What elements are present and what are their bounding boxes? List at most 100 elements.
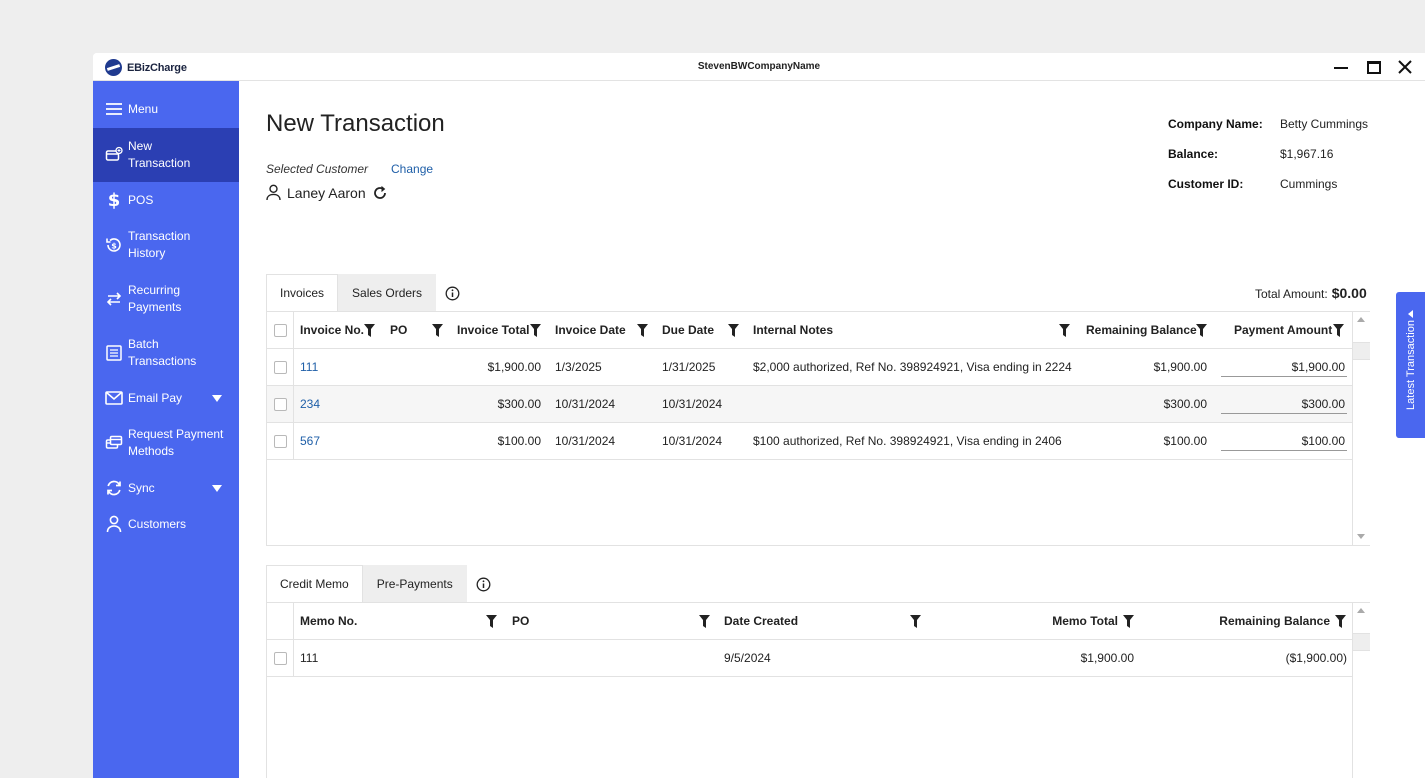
filter-icon[interactable] [910,615,921,628]
refresh-icon[interactable] [372,185,388,201]
invoice-date: 10/31/2024 [555,397,616,411]
row-checkbox[interactable] [274,434,287,448]
maximize-button[interactable] [1364,57,1384,77]
latest-transaction-tab[interactable]: Latest Transaction [1396,292,1425,438]
col-remaining-balance[interactable]: Remaining Balance [1086,312,1197,348]
payment-amount-cell: $1,900.00 [1221,349,1347,385]
payment-amount-input[interactable]: $1,900.00 [1221,357,1347,377]
tab-credit-memo[interactable]: Credit Memo [266,565,363,602]
scroll-up-icon[interactable] [1357,608,1365,613]
invoice-date: 10/31/2024 [555,434,616,448]
memo-number: 111 [300,651,319,665]
remaining-balance: $300.00 [1163,397,1207,411]
payment-amount-cell: $300.00 [1221,386,1347,422]
table-row[interactable]: 111 $1,900.00 1/3/2025 1/31/2025 $2,000 … [267,349,1352,386]
filter-icon[interactable] [530,324,541,337]
sidebar-item-email-pay[interactable]: Email Pay [93,380,239,416]
sidebar-item-batch-transactions[interactable]: Batch Transactions [93,326,239,380]
dollar-icon: $ [107,189,121,211]
main-content: New Transaction Selected Customer Change… [239,81,1425,778]
app-window: EBizCharge StevenBWCompanyName Menu New … [93,53,1425,778]
filter-icon[interactable] [1123,615,1134,628]
info-icon[interactable] [445,286,460,301]
company-name-value: Betty Cummings [1280,117,1369,131]
invoice-number-link[interactable]: 234 [300,386,320,422]
sidebar-item-request-payment-methods[interactable]: Request Payment Methods [93,416,239,470]
invoice-total: $1,900.00 [487,360,541,374]
internal-notes: $2,000 authorized, Ref No. 398924921, Vi… [753,360,1072,374]
minimize-button[interactable] [1331,57,1351,77]
filter-icon[interactable] [1059,324,1070,337]
sidebar-item-customers[interactable]: Customers [93,506,239,542]
close-button[interactable] [1395,57,1415,77]
invoice-number-link[interactable]: 567 [300,423,320,459]
scroll-thumb[interactable] [1353,633,1370,651]
col-invoice-total[interactable]: Invoice Total [457,312,529,348]
tab-invoices[interactable]: Invoices [266,274,339,311]
col-invoice-no[interactable]: Invoice No. [300,312,364,348]
sidebar-item-transaction-history[interactable]: $ Transaction History [93,218,239,272]
col-date-created[interactable]: Date Created [724,603,798,639]
invoice-grid-scrollbar[interactable] [1352,312,1370,545]
col-internal-notes[interactable]: Internal Notes [753,312,833,348]
table-row[interactable]: 234 $300.00 10/31/2024 10/31/2024 $300.0… [267,386,1352,423]
tab-pre-payments[interactable]: Pre-Payments [362,565,467,602]
customer-id-label: Customer ID: [1168,177,1244,191]
payment-amount-input[interactable]: $300.00 [1221,394,1347,414]
scroll-thumb[interactable] [1353,342,1370,360]
col-memo-no[interactable]: Memo No. [300,603,357,639]
svg-text:$: $ [111,242,117,251]
row-checkbox[interactable] [274,397,287,411]
chevron-down-icon[interactable] [212,484,222,492]
chevron-left-icon [1408,310,1413,318]
col-memo-total[interactable]: Memo Total [937,603,1118,639]
table-row[interactable]: 111 9/5/2024 $1,900.00 ($1,900.00) [267,640,1352,677]
row-checkbox-cell [274,640,287,676]
filter-icon[interactable] [699,615,710,628]
payment-amount-cell: $100.00 [1221,423,1347,459]
filter-icon[interactable] [432,324,443,337]
filter-icon[interactable] [728,324,739,337]
due-date: 1/31/2025 [662,360,716,374]
sidebar-item-pos[interactable]: $ POS [93,182,239,218]
info-icon[interactable] [476,577,491,592]
invoice-number-link[interactable]: 111 [300,349,318,385]
remaining-balance: $100.00 [1163,434,1207,448]
chevron-down-icon[interactable] [212,394,222,402]
payment-amount-input[interactable]: $100.00 [1221,431,1347,451]
total-amount-label: Total Amount: [1255,287,1328,301]
sidebar-item-sync[interactable]: Sync [93,470,239,506]
filter-icon[interactable] [486,615,497,628]
customer-id-value: Cummings [1280,177,1338,191]
select-all-checkbox[interactable] [274,323,287,337]
sidebar-item-menu[interactable]: Menu [93,90,239,128]
col-payment-amount[interactable]: Payment Amount [1234,312,1332,348]
company-name-label: Company Name: [1168,117,1263,131]
filter-icon[interactable] [1196,324,1207,337]
menu-icon [105,100,123,118]
filter-icon[interactable] [637,324,648,337]
sidebar-item-recurring-payments[interactable]: Recurring Payments [93,272,239,326]
invoice-total: $300.00 [497,397,541,411]
date-created: 9/5/2024 [724,651,771,665]
col-remaining-balance[interactable]: Remaining Balance [1149,603,1330,639]
col-due-date[interactable]: Due Date [662,312,714,348]
col-invoice-date[interactable]: Invoice Date [555,312,626,348]
scroll-down-icon[interactable] [1357,534,1365,539]
col-po[interactable]: PO [512,603,529,639]
change-customer-link[interactable]: Change [391,162,433,176]
filter-icon[interactable] [1335,615,1346,628]
row-checkbox-cell [274,386,287,422]
row-checkbox[interactable] [274,651,287,665]
col-po[interactable]: PO [390,312,407,348]
tab-sales-orders[interactable]: Sales Orders [338,274,437,311]
request-payment-icon [105,434,123,452]
credit-grid-scrollbar[interactable] [1352,603,1370,778]
sidebar-item-new-transaction[interactable]: New Transaction [93,128,239,182]
remaining-balance: ($1,900.00) [1285,651,1347,665]
filter-icon[interactable] [364,324,375,337]
scroll-up-icon[interactable] [1357,317,1365,322]
row-checkbox[interactable] [274,360,287,374]
filter-icon[interactable] [1333,324,1344,337]
table-row[interactable]: 567 $100.00 10/31/2024 10/31/2024 $100 a… [267,423,1352,460]
